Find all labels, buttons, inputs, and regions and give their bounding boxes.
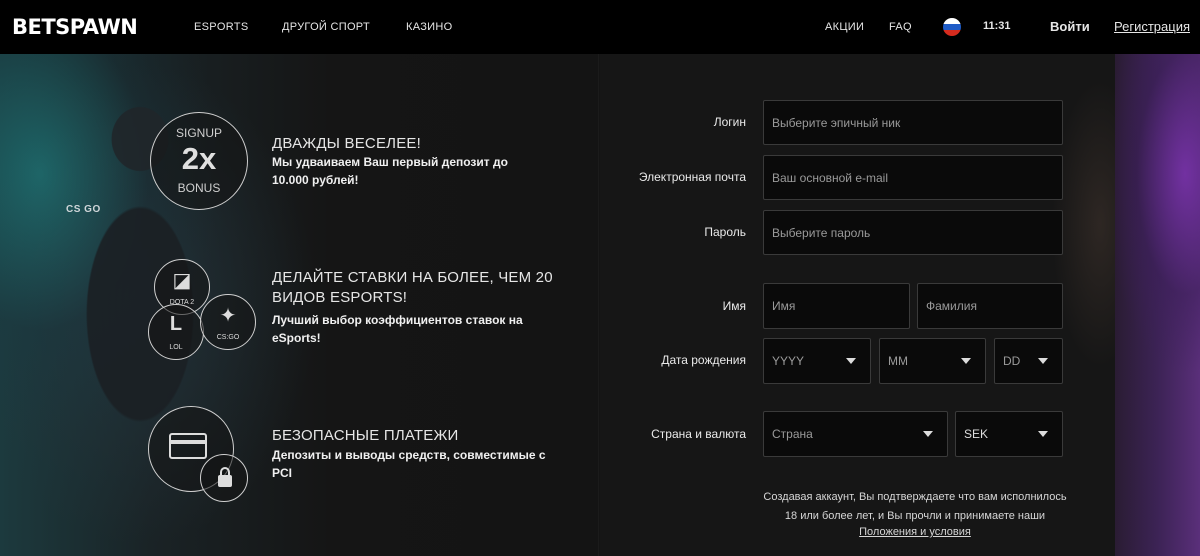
badge-bonus-text: BONUS [177,181,221,195]
chevron-down-icon [1038,358,1048,364]
register-link[interactable]: Регистрация [1114,19,1190,34]
clock-time: 11:31 [983,20,1011,32]
csgo-icon: ✦ CS:GO [200,294,256,350]
feature-title-esports: ДЕЛАЙТЕ СТАВКИ НА БОЛЕЕ, ЧЕМ 20 ВИДОВ ES… [272,269,553,306]
last-name-placeholder: Фамилия [926,299,977,313]
feature-desc-payments: Депозиты и выводы средств, совместимые с… [272,448,546,480]
login-label: Логин [713,115,746,129]
terms-line-2: 18 или более лет, и Вы прочли и принимае… [784,510,1046,522]
last-name-input[interactable]: Фамилия [917,283,1063,329]
login-input[interactable]: Выберите эпичный ник [763,100,1063,145]
signup-bonus-badge: SIGNUP 2x BONUS [150,112,248,210]
email-input[interactable]: Ваш основной e-mail [763,155,1063,200]
badge-signup-text: SIGNUP [175,126,222,140]
email-placeholder: Ваш основной e-mail [772,170,888,185]
top-navigation-bar: BETSPAWN ESPORTS ДРУГОЙ СПОРТ КАЗИНО АКЦ… [0,0,1200,54]
terms-and-conditions-link[interactable]: Положения и условия [750,526,1080,538]
chevron-down-icon [846,358,856,364]
currency-value: SEK [964,427,989,441]
nav-casino[interactable]: КАЗИНО [406,21,452,33]
csgo-label: CS:GO [216,334,240,341]
lol-label: LOL [169,344,183,351]
birth-day-select[interactable]: DD [994,338,1063,384]
chevron-down-icon [961,358,971,364]
email-label: Электронная почта [638,170,746,184]
password-input[interactable]: Выберите пароль [763,210,1063,255]
country-currency-label: Страна и валюта [651,427,746,441]
birthdate-label: Дата рождения [661,353,746,367]
country-value: Страна [772,427,813,441]
birth-day-value: DD [1003,354,1021,368]
russia-flag-icon[interactable] [943,18,961,36]
registration-hero: CS GO SIGNUP 2x BONUS ДВАЖДЫ ВЕСЕЛЕЕ! Мы… [0,54,1200,556]
first-name-placeholder: Имя [772,299,796,313]
lol-glyph: L [169,313,183,335]
nav-faq[interactable]: FAQ [889,21,912,33]
birth-month-value: MM [888,354,908,368]
password-label: Пароль [704,225,746,239]
feature-title-double: ДВАЖДЫ ВЕСЕЛЕЕ! [272,135,421,152]
login-button[interactable]: Войти [1050,19,1090,34]
nav-promotions[interactable]: АКЦИИ [825,21,864,33]
betspawn-logo[interactable]: BETSPAWN [12,15,138,39]
feature-desc-double: Мы удваиваем Ваш первый депозит до 10.00… [272,155,508,187]
lock-icon [200,454,248,502]
login-placeholder: Выберите эпичный ник [772,115,901,130]
badge-2x-text: 2x [181,141,217,176]
birth-month-select[interactable]: MM [879,338,986,384]
country-select[interactable]: Страна [763,411,948,457]
password-placeholder: Выберите пароль [772,225,871,240]
terms-line-1: Создавая аккаунт, Вы подтверждаете что в… [763,491,1067,503]
csgo-patch-text: CS GO [66,204,101,215]
birth-year-select[interactable]: YYYY [763,338,871,384]
nav-other-sports[interactable]: ДРУГОЙ СПОРТ [282,21,370,33]
lol-icon: L LOL [148,304,204,360]
currency-select[interactable]: SEK [955,411,1063,457]
birth-year-value: YYYY [772,354,805,368]
first-name-input[interactable]: Имя [763,283,910,329]
feature-title-payments: БЕЗОПАСНЫЕ ПЛАТЕЖИ [272,427,459,444]
chevron-down-icon [923,431,933,437]
chevron-down-icon [1038,431,1048,437]
name-label: Имя [722,299,746,313]
nav-esports[interactable]: ESPORTS [194,21,248,33]
right-background-art [1115,54,1200,556]
feature-desc-esports: Лучший выбор коэффициентов ставок на eSp… [272,313,523,345]
